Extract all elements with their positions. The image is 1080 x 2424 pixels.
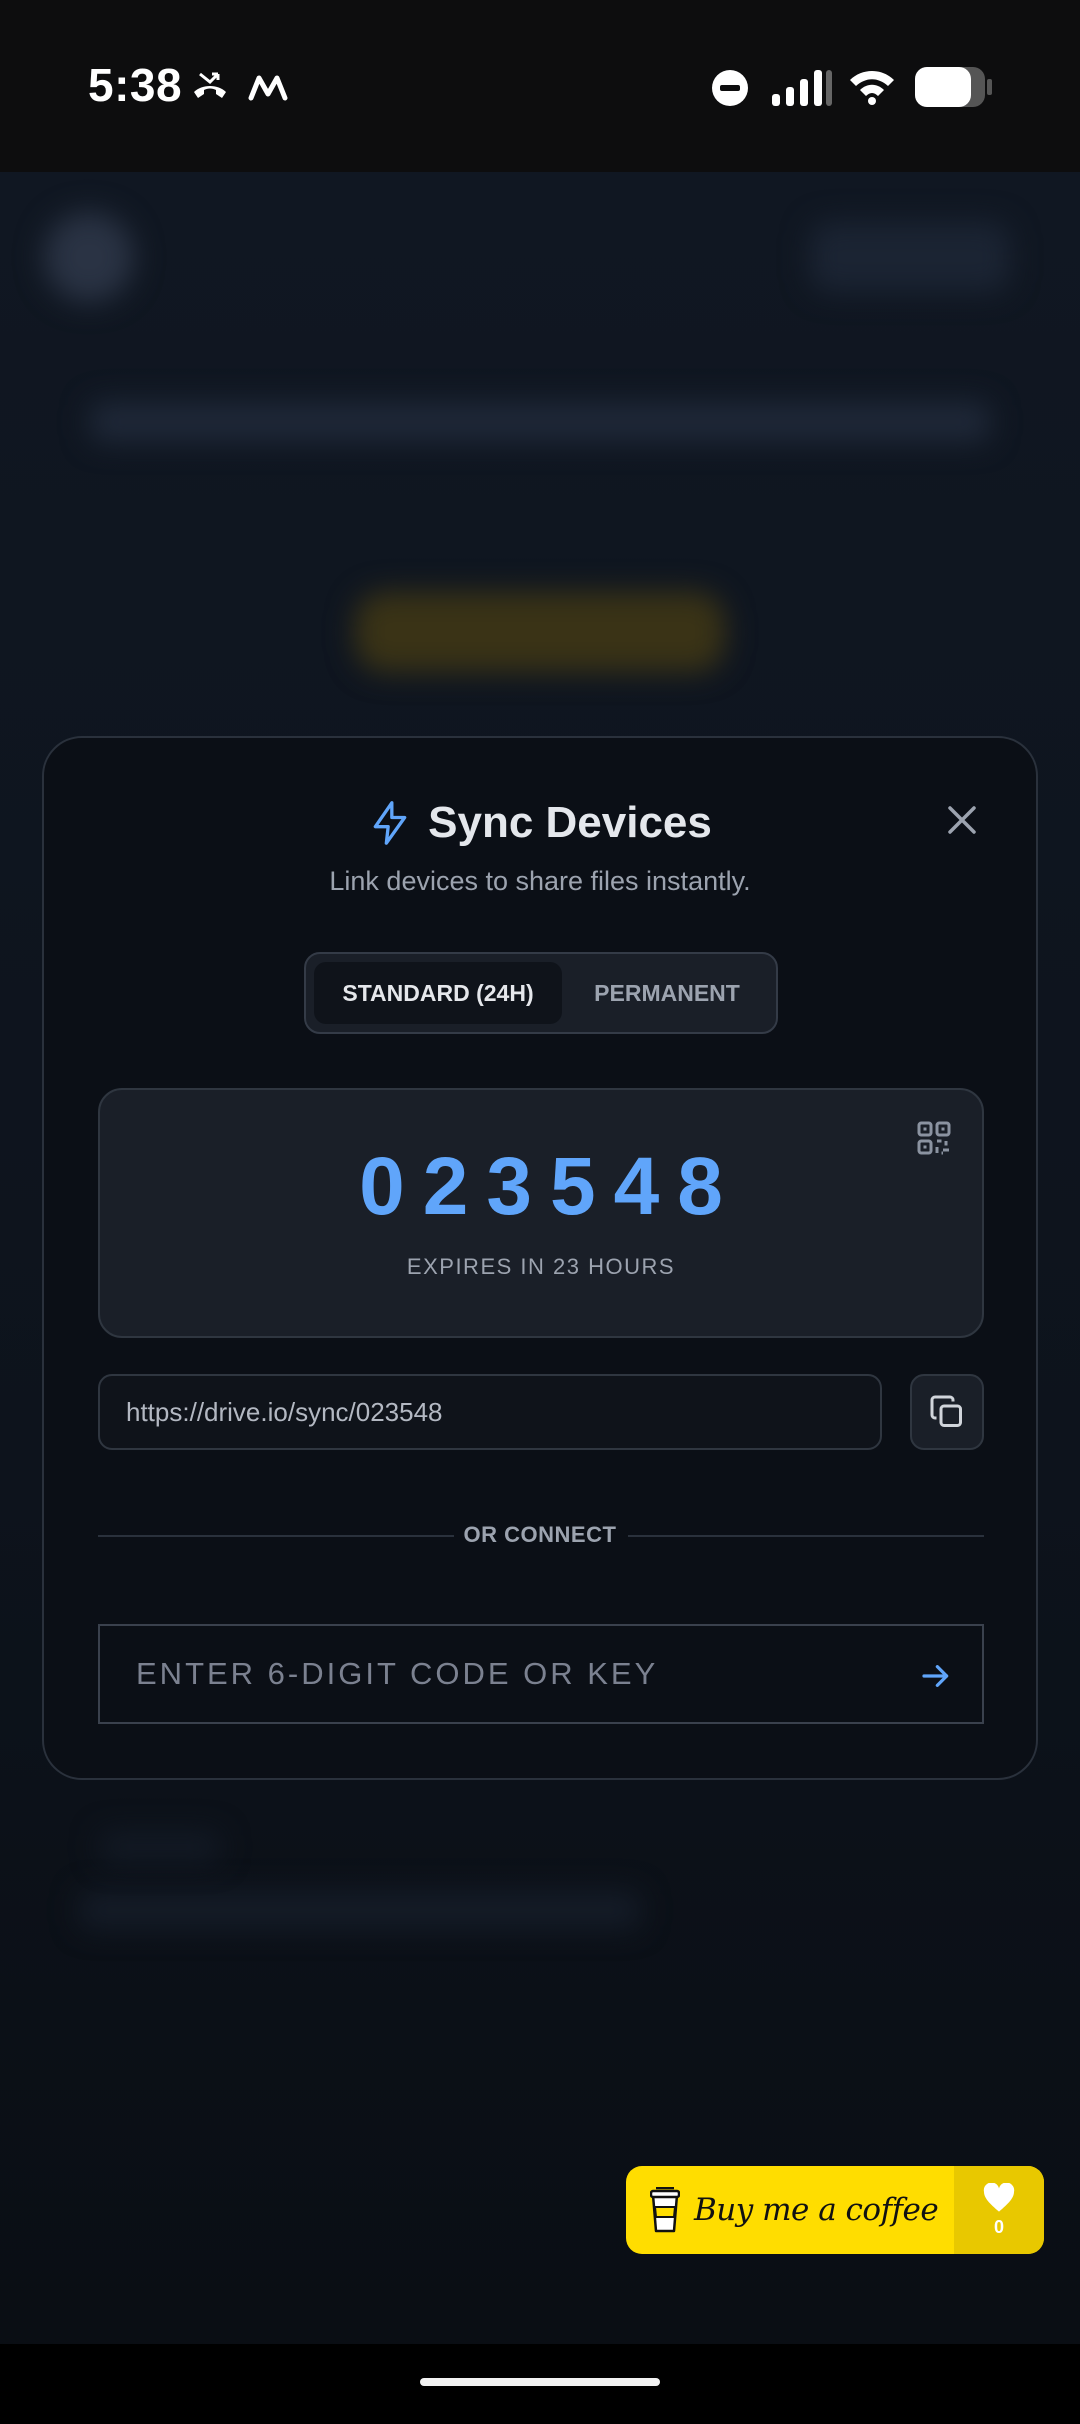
status-time: 5:38	[88, 59, 183, 111]
battery-icon	[915, 67, 992, 107]
sync-code-card: 023548 EXPIRES IN 23 HOURS	[98, 1088, 984, 1338]
bg-cta	[355, 592, 725, 672]
close-icon	[948, 806, 976, 834]
missed-call-icon	[194, 72, 226, 98]
do-not-disturb-icon	[712, 70, 748, 106]
copy-link-button[interactable]	[910, 1374, 984, 1450]
connect-code-input[interactable]: ENTER 6-DIGIT CODE OR KEY	[98, 1624, 984, 1724]
or-connect-divider: OR CONNECT	[463, 1522, 617, 1547]
sync-code: 023548	[359, 1141, 741, 1232]
connect-code-placeholder: ENTER 6-DIGIT CODE OR KEY	[136, 1656, 659, 1691]
coffee-main: Buy me a coffee	[626, 2166, 954, 2254]
heart-icon	[983, 2182, 1015, 2212]
coffee-cup-icon	[650, 2187, 680, 2233]
app-m-icon	[248, 75, 288, 101]
sync-devices-modal: Sync Devices Link devices to share files…	[42, 736, 1038, 1780]
coffee-label: Buy me a coffee	[694, 2192, 939, 2228]
signal-icon	[772, 70, 832, 106]
coffee-count: 0	[993, 2216, 1004, 2237]
bg-text-line	[100, 1832, 220, 1862]
lightning-icon	[373, 801, 407, 845]
buy-me-a-coffee-button[interactable]: Buy me a coffee 0	[626, 2166, 1044, 2254]
coffee-counter: 0	[954, 2166, 1044, 2254]
mode-toggle: STANDARD (24H) PERMANENT	[304, 952, 778, 1034]
status-bar: 5:38	[0, 0, 1080, 172]
copy-icon	[930, 1395, 962, 1427]
modal-title: Sync Devices	[428, 798, 712, 847]
close-button[interactable]	[938, 796, 986, 844]
home-indicator[interactable]	[420, 2378, 660, 2386]
modal-header: Sync Devices	[44, 798, 1036, 848]
bg-text-line	[80, 1892, 640, 1928]
wifi-icon	[850, 71, 894, 105]
modal-subtitle: Link devices to share files instantly.	[329, 866, 751, 896]
code-expiry-label: EXPIRES IN 23 HOURS	[406, 1254, 676, 1279]
arrow-right-icon[interactable]	[920, 1660, 952, 1692]
share-link-field[interactable]: https://drive.io/sync/023548	[98, 1374, 882, 1450]
bg-avatar	[44, 212, 134, 302]
bg-header-button	[810, 222, 1010, 292]
bg-banner	[90, 402, 990, 442]
tab-standard-24h[interactable]: STANDARD (24H)	[314, 962, 562, 1024]
tab-permanent[interactable]: PERMANENT	[568, 962, 766, 1024]
